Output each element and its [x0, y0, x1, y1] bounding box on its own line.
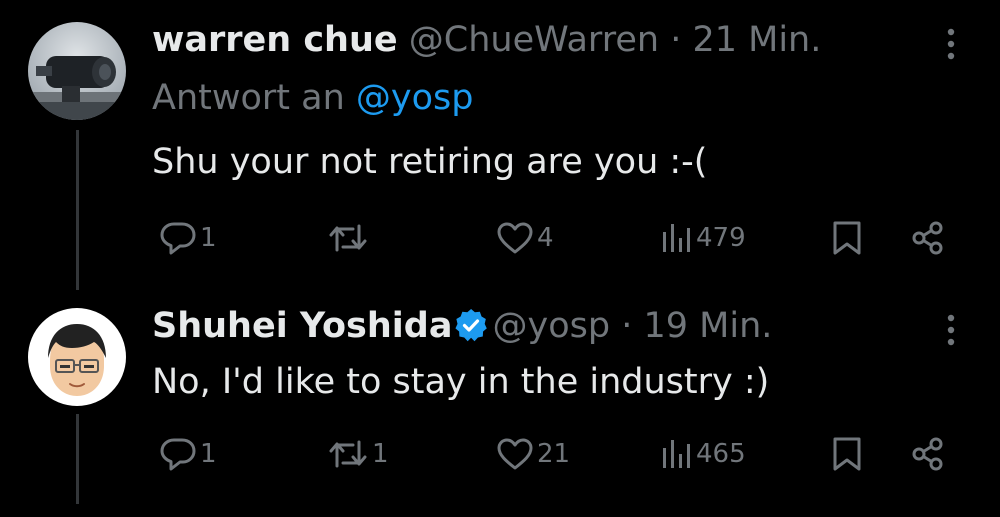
- share-button[interactable]: [910, 434, 944, 474]
- views-button[interactable]: 465: [660, 434, 746, 474]
- reply-icon: [160, 222, 196, 255]
- retweet-icon: [329, 440, 367, 468]
- reply-button[interactable]: 1: [160, 218, 217, 258]
- tweet-actions: 1 1 21 465: [0, 434, 1000, 474]
- reply-prefix: Antwort an: [152, 78, 345, 118]
- bookmark-icon: [833, 437, 861, 471]
- like-count: 4: [537, 223, 554, 253]
- bookmark-button[interactable]: [832, 218, 862, 258]
- reply-mention-link[interactable]: @yosp: [356, 78, 474, 118]
- like-button[interactable]: 21: [497, 434, 570, 474]
- author-name[interactable]: Shuhei Yoshida: [152, 306, 452, 346]
- views-icon: [663, 224, 690, 252]
- tweet-actions: 1 4 479: [0, 218, 1000, 258]
- bookmark-icon: [833, 221, 861, 255]
- share-button[interactable]: [910, 218, 944, 258]
- reply-count: 1: [200, 439, 217, 469]
- tweet-header: Shuhei Yoshida @yosp · 19 Min.: [152, 304, 772, 348]
- reply-button[interactable]: 1: [160, 434, 217, 474]
- tweet-warren-chue[interactable]: warren chue @ChueWarren · 21 Min. Antwor…: [0, 0, 1000, 290]
- share-icon: [912, 437, 943, 471]
- views-button[interactable]: 479: [660, 218, 746, 258]
- retweet-count: 1: [372, 439, 389, 469]
- like-button[interactable]: 4: [497, 218, 554, 258]
- reply-count: 1: [200, 223, 217, 253]
- thread-line: [76, 130, 79, 290]
- like-icon: [497, 222, 533, 254]
- cartoon-face-avatar-icon: [28, 308, 126, 406]
- separator-dot: ·: [670, 20, 682, 60]
- more-options-icon[interactable]: [944, 312, 958, 348]
- tweet-shuhei-yoshida[interactable]: Shuhei Yoshida @yosp · 19 Min. No, I'd l…: [0, 290, 1000, 517]
- view-count: 479: [696, 223, 746, 253]
- tweet-text: No, I'd like to stay in the industry :): [152, 362, 770, 402]
- share-icon: [912, 221, 943, 255]
- retweet-button[interactable]: [328, 218, 372, 258]
- timestamp[interactable]: 21 Min.: [692, 20, 821, 60]
- tweet-header: warren chue @ChueWarren · 21 Min.: [152, 18, 821, 62]
- author-handle[interactable]: @ChueWarren: [409, 20, 659, 60]
- avatar-shuhei-yoshida[interactable]: [28, 308, 126, 406]
- reply-icon: [160, 438, 196, 471]
- tweet-text: Shu your not retiring are you :-(: [152, 142, 708, 182]
- like-icon: [497, 438, 533, 470]
- retweet-button[interactable]: 1: [328, 434, 389, 474]
- bookmark-button[interactable]: [832, 434, 862, 474]
- verified-badge-icon[interactable]: [454, 308, 488, 342]
- reply-context: Antwort an @yosp: [152, 76, 473, 120]
- avatar-warren-chue[interactable]: [28, 22, 126, 120]
- author-handle[interactable]: @yosp: [492, 306, 610, 346]
- separator-dot: ·: [621, 306, 633, 346]
- author-name[interactable]: warren chue: [152, 20, 398, 60]
- more-options-icon[interactable]: [944, 26, 958, 62]
- views-icon: [663, 440, 690, 468]
- timestamp[interactable]: 19 Min.: [643, 306, 772, 346]
- retweet-icon: [329, 224, 367, 252]
- view-count: 465: [696, 439, 746, 469]
- like-count: 21: [537, 439, 571, 469]
- binoculars-photo-avatar-icon: [28, 22, 126, 120]
